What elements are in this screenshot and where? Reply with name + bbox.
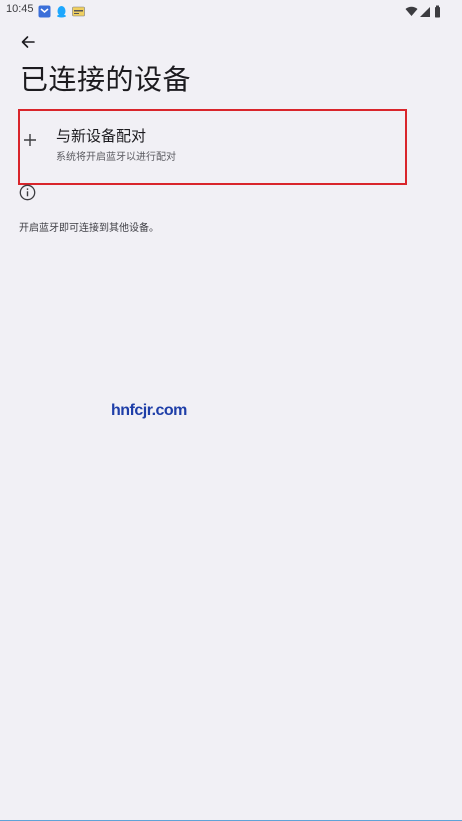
status-time: 10:45: [6, 3, 34, 15]
status-bar: 10:45: [0, 0, 462, 20]
card-icon: [72, 3, 85, 17]
pair-new-device-subtitle: 系统将开启蓝牙以进行配对: [56, 152, 176, 163]
qq-icon: [55, 3, 68, 18]
bluetooth-info-text: 开启蓝牙即可连接到其他设备。: [19, 223, 159, 234]
pair-new-device-title: 与新设备配对: [56, 127, 147, 145]
watermark: hnfcjr.com: [111, 402, 187, 419]
back-button[interactable]: [16, 32, 40, 56]
app-notification-icon: [38, 3, 51, 18]
arrow-back-icon: [20, 34, 36, 54]
battery-icon: [432, 3, 445, 18]
signal-icon: [419, 3, 432, 17]
page-title: 已连接的设备: [20, 63, 192, 96]
info-icon: [19, 184, 36, 201]
pair-new-device-item[interactable]: 与新设备配对 系统将开启蓝牙以进行配对: [18, 109, 407, 185]
plus-icon: [22, 132, 38, 148]
wifi-icon: [405, 3, 418, 16]
